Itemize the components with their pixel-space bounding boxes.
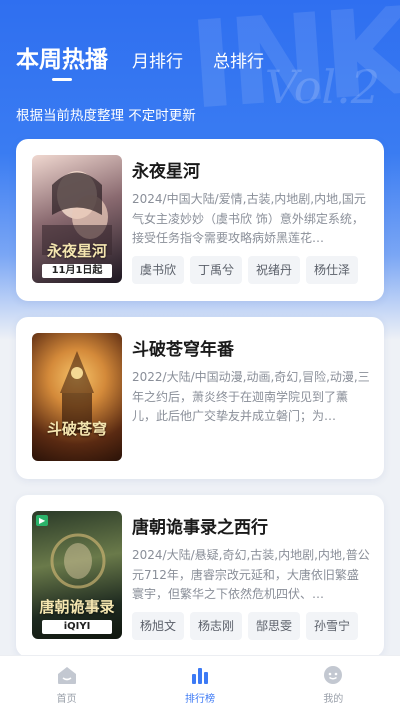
actor-tag[interactable]: 祝绪丹 bbox=[248, 256, 301, 284]
poster-title: 永夜星河 bbox=[46, 242, 107, 260]
poster-title: 唐朝诡事录 bbox=[39, 598, 115, 616]
show-poster: 斗破苍穹 bbox=[32, 333, 122, 461]
actor-tag[interactable]: 孙雪宁 bbox=[306, 612, 359, 640]
nav-home[interactable]: 首页 bbox=[0, 656, 133, 711]
show-description: 2024/中国大陆/爱情,古装,内地剧,内地,国元气女主凌妙妙（虞书欣 饰）意外… bbox=[132, 192, 366, 245]
actor-tag[interactable]: 虞书欣 bbox=[132, 256, 185, 284]
poster-date: 11月1日起 bbox=[42, 264, 112, 278]
nav-home-label: 首页 bbox=[56, 694, 77, 705]
show-poster: 永夜星河 11月1日起 bbox=[32, 155, 122, 283]
show-poster: ▶ 唐朝诡事录 iQIYI bbox=[32, 511, 122, 639]
tab-overall[interactable]: 总排行 bbox=[213, 47, 264, 74]
show-card[interactable]: ▶ 唐朝诡事录 iQIYI 唐朝诡事录之西行 2024/大陆/悬疑,奇幻,古装,… bbox=[16, 495, 384, 657]
bottom-navigation: 首页 排行榜 我的 bbox=[0, 655, 400, 711]
ranking-tabs: 本周热播 月排行 总排行 bbox=[16, 40, 294, 81]
home-icon bbox=[57, 667, 76, 684]
show-description: 2024/大陆/悬疑,奇幻,古装,内地剧,内地,普公元712年，唐睿宗改元延和，… bbox=[132, 548, 370, 601]
active-tab-indicator bbox=[52, 78, 72, 81]
actor-tag[interactable]: 杨仕泽 bbox=[306, 256, 359, 284]
show-description: 2022/大陆/中国动漫,动画,奇幻,冒险,动漫,三年之约后，萧炎终于在迦南学院… bbox=[132, 370, 370, 423]
actor-tag[interactable]: 杨旭文 bbox=[132, 612, 185, 640]
nav-profile-label: 我的 bbox=[323, 694, 344, 705]
actor-list: 虞书欣 丁禹兮 祝绪丹 杨仕泽 bbox=[132, 256, 370, 284]
ranking-subtitle: 根据当前热度整理 不定时更新 bbox=[16, 108, 196, 124]
ranking-icon bbox=[191, 668, 208, 684]
tab-monthly[interactable]: 月排行 bbox=[132, 47, 183, 74]
actor-tag[interactable]: 杨志刚 bbox=[190, 612, 243, 640]
nav-ranking-label: 排行榜 bbox=[184, 694, 215, 705]
actor-tag[interactable]: 郜思雯 bbox=[248, 612, 301, 640]
poster-title: 斗破苍穹 bbox=[46, 420, 107, 438]
show-card[interactable]: 斗破苍穹 斗破苍穹年番 2022/大陆/中国动漫,动画,奇幻,冒险,动漫,三年之… bbox=[16, 317, 384, 479]
show-title: 唐朝诡事录之西行 bbox=[132, 518, 268, 538]
tab-weekly-label: 本周热播 bbox=[16, 47, 108, 73]
poster-platform: iQIYI bbox=[42, 620, 112, 634]
actor-tag[interactable]: 丁禹兮 bbox=[190, 256, 243, 284]
nav-ranking[interactable]: 排行榜 bbox=[133, 656, 266, 711]
actor-list: 杨旭文 杨志刚 郜思雯 孙雪宁 bbox=[132, 612, 370, 640]
show-card[interactable]: 永夜星河 11月1日起 永夜星河 2024/中国大陆/爱情,古装,内地剧,内地,… bbox=[16, 139, 384, 301]
nav-profile[interactable]: 我的 bbox=[267, 656, 400, 711]
profile-icon bbox=[324, 666, 343, 684]
show-title: 永夜星河 bbox=[132, 162, 200, 182]
show-title: 斗破苍穹年番 bbox=[132, 340, 234, 360]
tab-weekly[interactable]: 本周热播 bbox=[16, 40, 108, 81]
